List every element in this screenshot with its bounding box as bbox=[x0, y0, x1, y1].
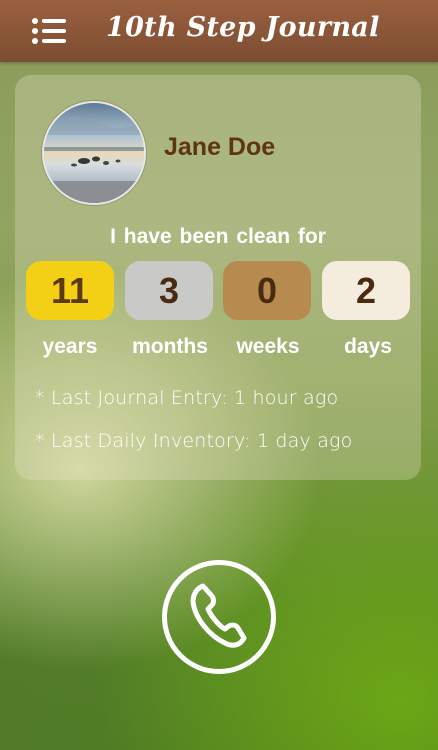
years-counter: 11 bbox=[26, 261, 114, 320]
hamburger-menu-icon[interactable] bbox=[32, 18, 68, 44]
years-label: years bbox=[42, 335, 98, 358]
call-button[interactable] bbox=[162, 560, 276, 674]
days-label: days bbox=[344, 335, 392, 358]
app-header: 10th Step Journal bbox=[0, 0, 438, 62]
last-journal-entry: * Last Journal Entry: 1 hour ago bbox=[35, 387, 339, 409]
user-name: Jane Doe bbox=[164, 133, 276, 161]
months-counter: 3 bbox=[125, 261, 213, 320]
app-title: 10th Step Journal bbox=[106, 12, 380, 43]
last-daily-inventory: * Last Daily Inventory: 1 day ago bbox=[35, 430, 353, 452]
avatar[interactable] bbox=[42, 101, 146, 205]
weeks-label: weeks bbox=[236, 335, 300, 358]
weeks-counter: 0 bbox=[223, 261, 311, 320]
days-counter: 2 bbox=[322, 261, 410, 320]
phone-icon bbox=[189, 582, 249, 652]
months-label: months bbox=[132, 335, 208, 358]
clean-time-card: Jane Doe I have been clean for 11 3 0 2 … bbox=[15, 75, 421, 480]
clean-time-label: I have been clean for bbox=[110, 225, 326, 248]
